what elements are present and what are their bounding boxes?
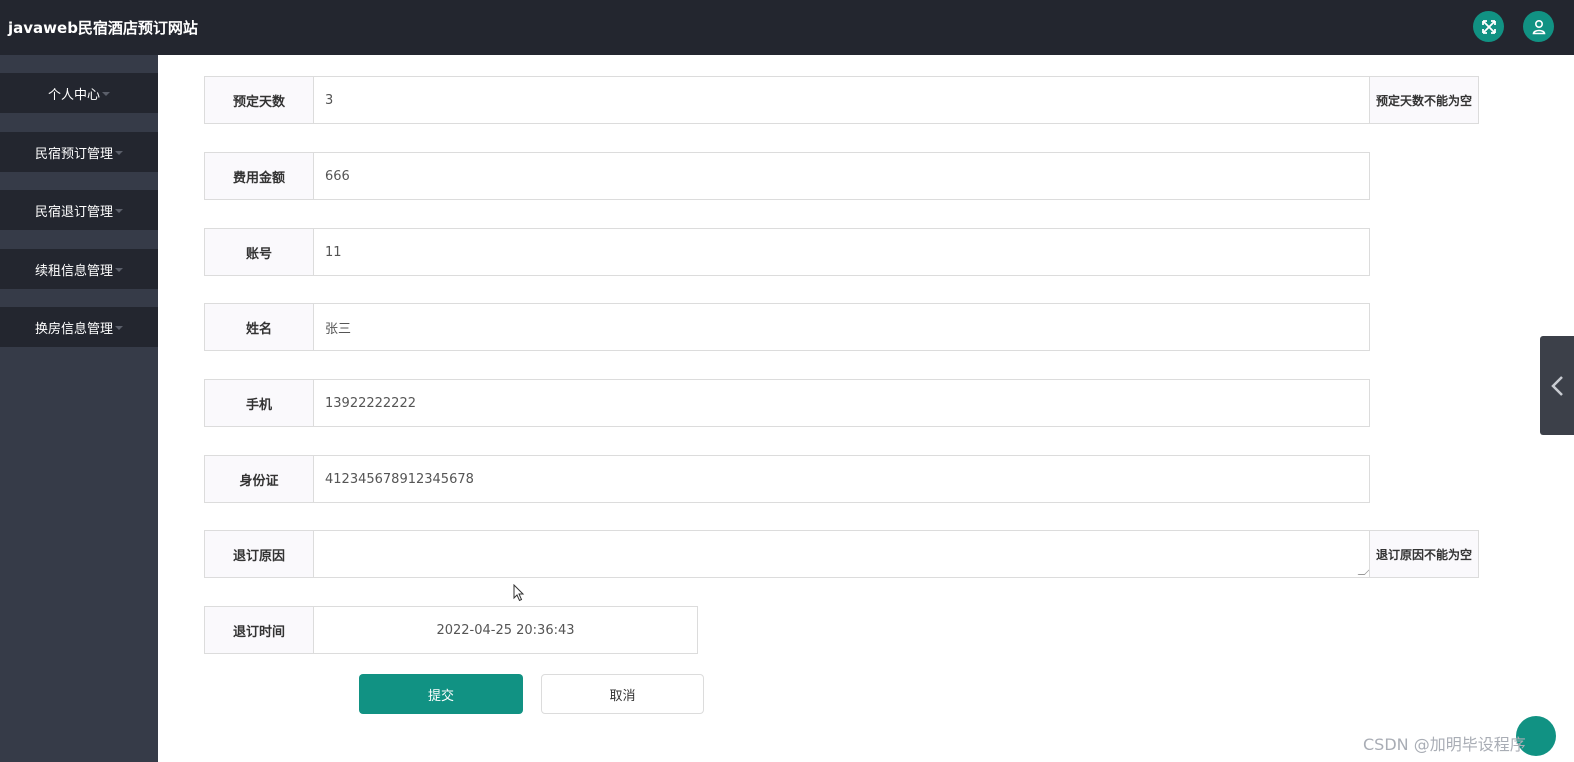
reason-error-hint: 退订原因不能为空 bbox=[1369, 530, 1479, 578]
watermark: CSDN @加明毕设程序 bbox=[1363, 735, 1526, 754]
phone-input[interactable] bbox=[313, 379, 1370, 427]
amount-input[interactable] bbox=[313, 152, 1370, 200]
amount-label: 费用金额 bbox=[204, 152, 314, 200]
app-title: javaweb民宿酒店预订网站 bbox=[8, 19, 198, 37]
sidebar-item-renewal-management[interactable]: 续租信息管理 bbox=[0, 249, 158, 289]
sidebar-item-label: 个人中心 bbox=[47, 87, 100, 103]
days-input[interactable] bbox=[313, 76, 1370, 124]
time-input[interactable] bbox=[313, 606, 698, 654]
form-row-phone: 手机 bbox=[204, 379, 1370, 427]
sidebar-item-room-change-management[interactable]: 换房信息管理 bbox=[0, 307, 158, 347]
submit-button[interactable]: 提交 bbox=[359, 674, 523, 714]
name-label: 姓名 bbox=[204, 303, 314, 351]
form-row-name: 姓名 bbox=[204, 303, 1370, 351]
sidebar-item-cancellation-management[interactable]: 民宿退订管理 bbox=[0, 190, 158, 230]
form-row-reason: 退订原因 退订原因不能为空 bbox=[204, 530, 1479, 578]
caret-down-icon bbox=[115, 151, 123, 155]
form-row-account: 账号 bbox=[204, 228, 1370, 276]
caret-down-icon bbox=[115, 209, 123, 213]
user-icon[interactable] bbox=[1523, 11, 1554, 42]
days-error-hint: 预定天数不能为空 bbox=[1369, 76, 1479, 124]
caret-down-icon bbox=[115, 268, 123, 272]
sidebar-item-label: 续租信息管理 bbox=[34, 263, 113, 279]
id-card-label: 身份证 bbox=[204, 455, 314, 503]
caret-down-icon bbox=[102, 92, 110, 96]
form-row-amount: 费用金额 bbox=[204, 152, 1370, 200]
fullscreen-icon[interactable] bbox=[1473, 11, 1504, 42]
sidebar: 个人中心 民宿预订管理 民宿退订管理 续租信息管理 换房信息管理 bbox=[0, 55, 158, 762]
reason-label: 退订原因 bbox=[204, 530, 314, 578]
side-panel-toggle[interactable] bbox=[1540, 336, 1574, 435]
sidebar-item-booking-management[interactable]: 民宿预订管理 bbox=[0, 132, 158, 172]
form-row-days: 预定天数 预定天数不能为空 bbox=[204, 76, 1479, 124]
form-row-time: 退订时间 bbox=[204, 606, 698, 654]
account-input[interactable] bbox=[313, 228, 1370, 276]
time-label: 退订时间 bbox=[204, 606, 314, 654]
id-card-input[interactable] bbox=[313, 455, 1370, 503]
sidebar-item-label: 民宿退订管理 bbox=[34, 204, 113, 220]
reason-textarea[interactable] bbox=[313, 530, 1370, 578]
account-label: 账号 bbox=[204, 228, 314, 276]
form-row-id-card: 身份证 bbox=[204, 455, 1370, 503]
sidebar-item-personal-center[interactable]: 个人中心 bbox=[0, 73, 158, 113]
top-bar: javaweb民宿酒店预订网站 bbox=[0, 0, 1574, 55]
chevron-left-icon bbox=[1551, 375, 1563, 396]
cancel-button[interactable]: 取消 bbox=[541, 674, 704, 714]
name-input[interactable] bbox=[313, 303, 1370, 351]
phone-label: 手机 bbox=[204, 379, 314, 427]
mouse-cursor-icon bbox=[513, 584, 525, 602]
sidebar-item-label: 民宿预订管理 bbox=[34, 146, 113, 162]
caret-down-icon bbox=[115, 326, 123, 330]
sidebar-item-label: 换房信息管理 bbox=[34, 321, 113, 337]
days-label: 预定天数 bbox=[204, 76, 314, 124]
